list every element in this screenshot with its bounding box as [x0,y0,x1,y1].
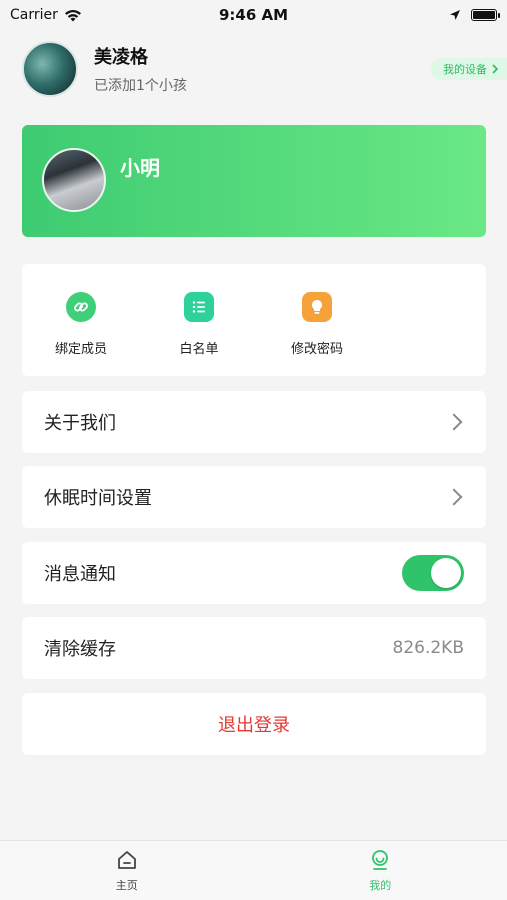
child-avatar [42,148,106,212]
sleep-time-row[interactable]: 休眠时间设置 [22,466,486,528]
clear-cache-label: 清除缓存 [44,639,116,660]
change-password-label: 修改密码 [290,342,343,357]
chevron-right-icon [492,64,499,74]
tab-home[interactable]: 主页 [0,841,254,900]
profile-subtitle: 已添加1个小孩 [94,78,187,94]
clear-cache-row[interactable]: 清除缓存 826.2KB [22,617,486,679]
notification-toggle[interactable] [402,555,464,591]
logout-label: 退出登录 [218,715,290,736]
profile-name: 美凌格 [94,47,148,68]
my-devices-label: 我的设备 [443,63,487,76]
tab-bar: 主页 我的 [0,840,507,900]
child-card[interactable]: 小明 [22,125,486,237]
sleep-time-label: 休眠时间设置 [44,488,152,509]
whitelist-action[interactable]: 白名单 [140,292,258,376]
notification-label: 消息通知 [44,564,116,585]
status-bar: Carrier 9:46 AM [0,0,507,30]
tab-mine[interactable]: 我的 [254,841,507,900]
logout-button[interactable]: 退出登录 [22,693,486,755]
chevron-right-icon [445,488,463,506]
quick-actions: 绑定成员 白名单 修改密码 [22,264,486,376]
profile-text: 美凌格 已添加1个小孩 [94,43,187,95]
child-name: 小明 [120,156,160,180]
tab-mine-label: 我的 [369,878,392,892]
chevron-right-icon [445,413,463,431]
bind-member-action[interactable]: 绑定成员 [22,292,140,376]
carrier-label: Carrier [10,7,58,23]
link-icon [66,292,96,322]
user-avatar[interactable] [22,41,78,97]
about-us-row[interactable]: 关于我们 [22,391,486,453]
change-password-action[interactable]: 修改密码 [258,292,376,376]
location-arrow-icon [450,10,460,20]
status-left: Carrier [10,7,82,23]
battery-level [473,11,495,19]
toggle-knob [431,558,461,588]
profile-icon [372,849,389,870]
whitelist-label: 白名单 [179,342,219,357]
battery-icon [471,9,500,21]
status-right [449,9,500,21]
profile-header: 美凌格 已添加1个小孩 我的设备 [22,40,507,98]
tab-home-label: 主页 [115,878,138,892]
list-icon [184,292,214,322]
lightbulb-icon [302,292,332,322]
cache-size-value: 826.2KB [392,638,464,658]
bind-member-label: 绑定成员 [54,342,107,357]
wifi-icon [64,9,81,21]
notification-row: 消息通知 [22,542,486,604]
my-devices-button[interactable]: 我的设备 [431,58,507,80]
about-us-label: 关于我们 [44,413,116,434]
home-icon [117,850,136,869]
